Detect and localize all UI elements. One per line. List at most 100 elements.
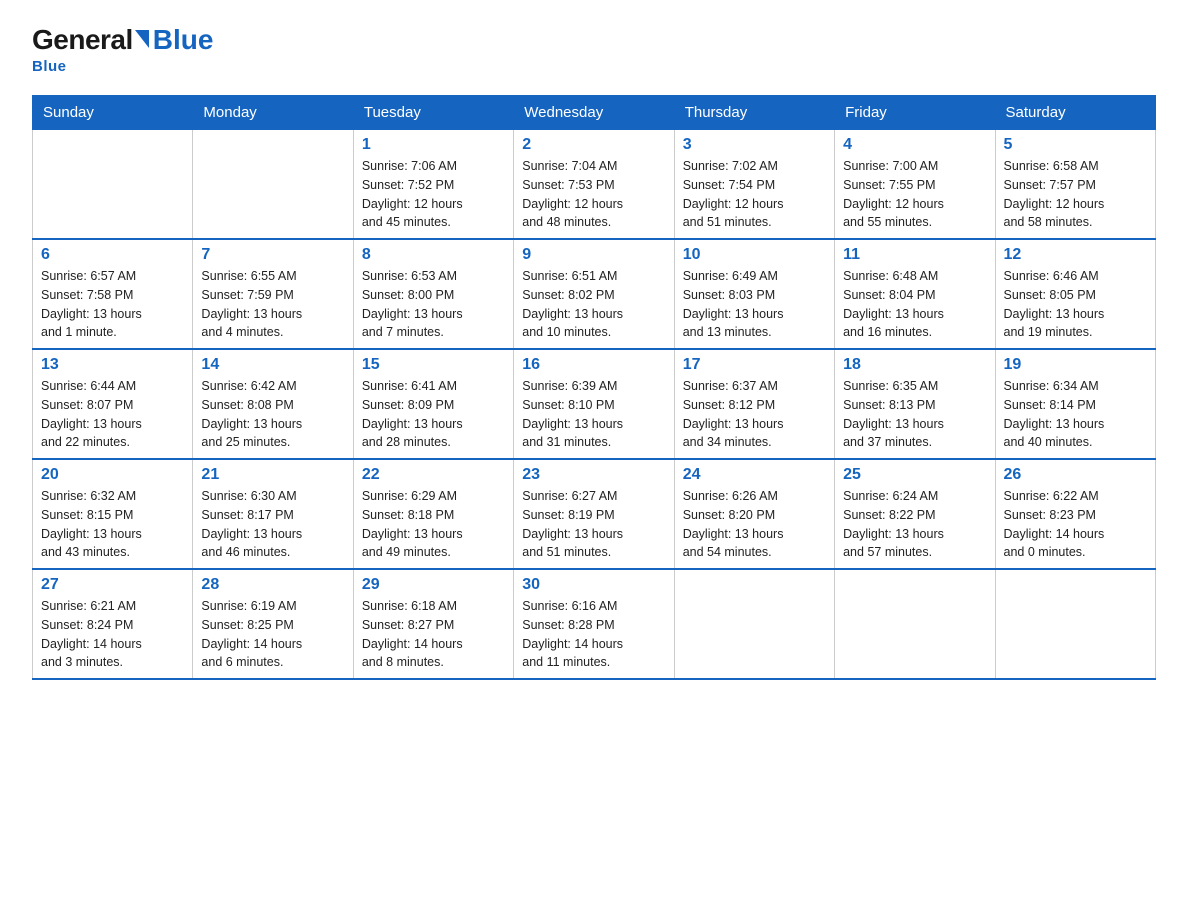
- day-number: 28: [201, 576, 344, 594]
- day-info: Sunrise: 6:24 AMSunset: 8:22 PMDaylight:…: [843, 487, 986, 562]
- day-number: 12: [1004, 246, 1147, 264]
- day-info: Sunrise: 6:48 AMSunset: 8:04 PMDaylight:…: [843, 267, 986, 342]
- day-info: Sunrise: 6:18 AMSunset: 8:27 PMDaylight:…: [362, 597, 505, 672]
- calendar-day-30: 30Sunrise: 6:16 AMSunset: 8:28 PMDayligh…: [514, 569, 674, 679]
- calendar-day-4: 4 Sunrise: 7:00 AMSunset: 7:55 PMDaylight…: [835, 130, 995, 240]
- day-info: Sunrise: 6:53 AMSunset: 8:00 PMDaylight:…: [362, 267, 505, 342]
- logo: General Blue Blue: [32, 24, 213, 75]
- day-number: 11: [843, 246, 986, 264]
- logo-general-text: General: [32, 24, 133, 56]
- day-info: Sunrise: 6:35 AMSunset: 8:13 PMDaylight:…: [843, 377, 986, 452]
- day-info: Sunrise: 6:22 AMSunset: 8:23 PMDaylight:…: [1004, 487, 1147, 562]
- day-number: 6: [41, 246, 184, 264]
- calendar-week-row: 13Sunrise: 6:44 AMSunset: 8:07 PMDayligh…: [33, 349, 1156, 459]
- weekday-header-saturday: Saturday: [995, 96, 1155, 130]
- day-info: Sunrise: 6:55 AMSunset: 7:59 PMDaylight:…: [201, 267, 344, 342]
- day-info: Sunrise: 7:06 AMSunset: 7:52 PMDaylight:…: [362, 157, 505, 232]
- day-info: Sunrise: 6:19 AMSunset: 8:25 PMDaylight:…: [201, 597, 344, 672]
- calendar-week-row: 1 Sunrise: 7:06 AMSunset: 7:52 PMDaylight…: [33, 130, 1156, 240]
- calendar-week-row: 6 Sunrise: 6:57 AMSunset: 7:58 PMDaylight…: [33, 239, 1156, 349]
- day-number: 16: [522, 356, 665, 374]
- calendar-day-5: 5 Sunrise: 6:58 AMSunset: 7:57 PMDaylight…: [995, 130, 1155, 240]
- day-number: 3: [683, 136, 826, 154]
- calendar-day-18: 18 Sunrise: 6:35 AMSunset: 8:13 PMDayligh…: [835, 349, 995, 459]
- calendar-day-22: 22 Sunrise: 6:29 AMSunset: 8:18 PMDayligh…: [353, 459, 513, 569]
- day-info: Sunrise: 6:58 AMSunset: 7:57 PMDaylight:…: [1004, 157, 1147, 232]
- calendar-day-29: 29 Sunrise: 6:18 AMSunset: 8:27 PMDayligh…: [353, 569, 513, 679]
- calendar-empty-cell: [995, 569, 1155, 679]
- calendar-day-7: 7 Sunrise: 6:55 AMSunset: 7:59 PMDaylight…: [193, 239, 353, 349]
- day-number: 29: [362, 576, 505, 594]
- calendar-week-row: 20 Sunrise: 6:32 AMSunset: 8:15 PMDayligh…: [33, 459, 1156, 569]
- day-number: 25: [843, 466, 986, 484]
- day-number: 15: [362, 356, 505, 374]
- weekday-header-friday: Friday: [835, 96, 995, 130]
- day-number: 17: [683, 356, 826, 374]
- calendar-day-21: 21Sunrise: 6:30 AMSunset: 8:17 PMDayligh…: [193, 459, 353, 569]
- day-info: Sunrise: 7:02 AMSunset: 7:54 PMDaylight:…: [683, 157, 826, 232]
- day-number: 19: [1004, 356, 1147, 374]
- day-number: 18: [843, 356, 986, 374]
- day-number: 22: [362, 466, 505, 484]
- day-info: Sunrise: 6:37 AMSunset: 8:12 PMDaylight:…: [683, 377, 826, 452]
- calendar-table: SundayMondayTuesdayWednesdayThursdayFrid…: [32, 95, 1156, 680]
- day-number: 20: [41, 466, 184, 484]
- day-info: Sunrise: 6:21 AMSunset: 8:24 PMDaylight:…: [41, 597, 184, 672]
- day-info: Sunrise: 6:27 AMSunset: 8:19 PMDaylight:…: [522, 487, 665, 562]
- calendar-day-8: 8 Sunrise: 6:53 AMSunset: 8:00 PMDaylight…: [353, 239, 513, 349]
- calendar-day-9: 9 Sunrise: 6:51 AMSunset: 8:02 PMDaylight…: [514, 239, 674, 349]
- calendar-empty-cell: [33, 130, 193, 240]
- calendar-day-25: 25 Sunrise: 6:24 AMSunset: 8:22 PMDayligh…: [835, 459, 995, 569]
- day-number: 1: [362, 136, 505, 154]
- day-info: Sunrise: 6:46 AMSunset: 8:05 PMDaylight:…: [1004, 267, 1147, 342]
- day-number: 8: [362, 246, 505, 264]
- day-info: Sunrise: 6:16 AMSunset: 8:28 PMDaylight:…: [522, 597, 665, 672]
- day-info: Sunrise: 6:51 AMSunset: 8:02 PMDaylight:…: [522, 267, 665, 342]
- day-info: Sunrise: 6:57 AMSunset: 7:58 PMDaylight:…: [41, 267, 184, 342]
- day-number: 9: [522, 246, 665, 264]
- calendar-day-2: 2Sunrise: 7:04 AMSunset: 7:53 PMDaylight…: [514, 130, 674, 240]
- calendar-empty-cell: [674, 569, 834, 679]
- day-info: Sunrise: 7:00 AMSunset: 7:55 PMDaylight:…: [843, 157, 986, 232]
- weekday-header-thursday: Thursday: [674, 96, 834, 130]
- calendar-day-3: 3 Sunrise: 7:02 AMSunset: 7:54 PMDaylight…: [674, 130, 834, 240]
- day-number: 13: [41, 356, 184, 374]
- day-number: 26: [1004, 466, 1147, 484]
- day-number: 23: [522, 466, 665, 484]
- day-number: 7: [201, 246, 344, 264]
- day-number: 24: [683, 466, 826, 484]
- day-info: Sunrise: 6:49 AMSunset: 8:03 PMDaylight:…: [683, 267, 826, 342]
- day-info: Sunrise: 6:29 AMSunset: 8:18 PMDaylight:…: [362, 487, 505, 562]
- calendar-day-11: 11 Sunrise: 6:48 AMSunset: 8:04 PMDayligh…: [835, 239, 995, 349]
- calendar-day-14: 14Sunrise: 6:42 AMSunset: 8:08 PMDayligh…: [193, 349, 353, 459]
- logo-tagline: Blue: [32, 58, 67, 75]
- weekday-header-sunday: Sunday: [33, 96, 193, 130]
- day-number: 5: [1004, 136, 1147, 154]
- day-info: Sunrise: 6:26 AMSunset: 8:20 PMDaylight:…: [683, 487, 826, 562]
- calendar-day-23: 23 Sunrise: 6:27 AMSunset: 8:19 PMDayligh…: [514, 459, 674, 569]
- calendar-day-6: 6 Sunrise: 6:57 AMSunset: 7:58 PMDaylight…: [33, 239, 193, 349]
- day-info: Sunrise: 6:39 AMSunset: 8:10 PMDaylight:…: [522, 377, 665, 452]
- day-info: Sunrise: 6:34 AMSunset: 8:14 PMDaylight:…: [1004, 377, 1147, 452]
- logo-triangle-icon: [135, 30, 149, 48]
- calendar-day-17: 17 Sunrise: 6:37 AMSunset: 8:12 PMDayligh…: [674, 349, 834, 459]
- calendar-day-26: 26 Sunrise: 6:22 AMSunset: 8:23 PMDayligh…: [995, 459, 1155, 569]
- calendar-empty-cell: [193, 130, 353, 240]
- calendar-day-1: 1 Sunrise: 7:06 AMSunset: 7:52 PMDaylight…: [353, 130, 513, 240]
- calendar-week-row: 27Sunrise: 6:21 AMSunset: 8:24 PMDayligh…: [33, 569, 1156, 679]
- day-number: 10: [683, 246, 826, 264]
- logo-blue-text: Blue: [153, 24, 214, 56]
- day-number: 4: [843, 136, 986, 154]
- calendar-day-24: 24 Sunrise: 6:26 AMSunset: 8:20 PMDayligh…: [674, 459, 834, 569]
- day-info: Sunrise: 6:32 AMSunset: 8:15 PMDaylight:…: [41, 487, 184, 562]
- day-number: 21: [201, 466, 344, 484]
- weekday-header-monday: Monday: [193, 96, 353, 130]
- calendar-day-19: 19 Sunrise: 6:34 AMSunset: 8:14 PMDayligh…: [995, 349, 1155, 459]
- calendar-day-12: 12 Sunrise: 6:46 AMSunset: 8:05 PMDayligh…: [995, 239, 1155, 349]
- calendar-day-20: 20 Sunrise: 6:32 AMSunset: 8:15 PMDayligh…: [33, 459, 193, 569]
- calendar-day-28: 28 Sunrise: 6:19 AMSunset: 8:25 PMDayligh…: [193, 569, 353, 679]
- day-info: Sunrise: 6:42 AMSunset: 8:08 PMDaylight:…: [201, 377, 344, 452]
- weekday-header-tuesday: Tuesday: [353, 96, 513, 130]
- page-header: General Blue Blue: [32, 24, 1156, 75]
- calendar-header-row: SundayMondayTuesdayWednesdayThursdayFrid…: [33, 96, 1156, 130]
